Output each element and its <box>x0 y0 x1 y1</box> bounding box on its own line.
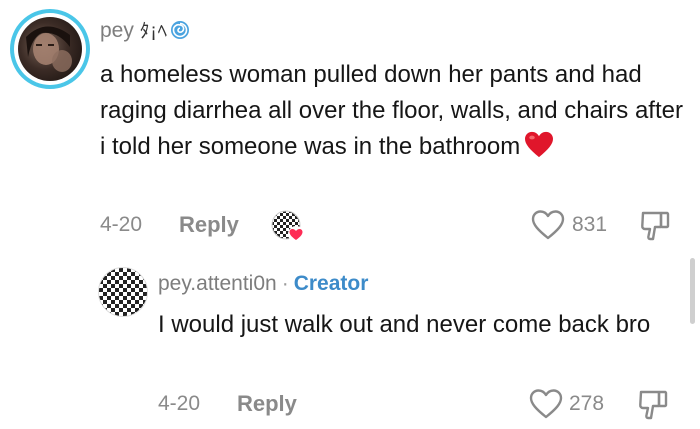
comment-like-count: 831 <box>572 213 608 236</box>
comment-like-heart-icon[interactable] <box>531 209 565 241</box>
reply-avatar[interactable] <box>98 267 148 317</box>
avatar-photo <box>18 17 82 81</box>
reply-username-row: pey.attenti0n · Creator <box>158 272 368 296</box>
reply-reply-button[interactable]: Reply <box>237 391 297 417</box>
avatar-photo-art <box>26 26 72 72</box>
comment-reply-button[interactable]: Reply <box>179 212 239 238</box>
reply-username[interactable]: pey.attenti0n <box>158 272 277 295</box>
reply-username-separator: · <box>281 272 289 295</box>
comment-text: a homeless woman pulled down her pants a… <box>100 61 683 160</box>
creator-liked-heart-icon <box>271 210 304 242</box>
reply-dislike-icon[interactable] <box>637 389 669 421</box>
scrollbar-thumb[interactable] <box>690 258 695 324</box>
red-heart-emoji-icon <box>525 131 554 158</box>
creator-badge: Creator <box>293 272 369 295</box>
comment-username-row[interactable]: pey ﾀ¡ﾍ <box>100 18 190 45</box>
comments-panel: pey ﾀ¡ﾍ a homeless woman pulled down her … <box>0 0 700 429</box>
comment-date: 4-20 <box>100 213 143 236</box>
username-decoration: ﾀ¡ﾍ <box>139 21 169 42</box>
commenter-avatar[interactable] <box>10 9 90 89</box>
comment-body: a homeless woman pulled down her pants a… <box>100 57 690 165</box>
reply-date: 4-20 <box>158 392 201 415</box>
comment-username[interactable]: pey <box>100 19 134 42</box>
reply-like-heart-icon[interactable] <box>529 388 563 420</box>
comment-dislike-icon[interactable] <box>639 210 671 242</box>
reply-body: I would just walk out and never come bac… <box>158 311 651 338</box>
blue-swirl-icon <box>171 21 190 39</box>
reply-like-count: 278 <box>569 392 605 415</box>
